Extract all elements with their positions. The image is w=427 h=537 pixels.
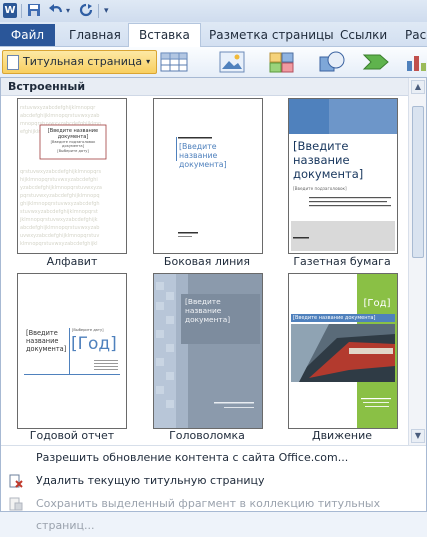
tab-insert[interactable]: Вставка: [128, 23, 201, 47]
table-icon[interactable]: [160, 51, 188, 75]
cover-title: [Введите название документа]: [293, 315, 376, 321]
cover-sideline[interactable]: [Введите название документа]: [153, 98, 263, 254]
shapes-icon[interactable]: [318, 51, 346, 75]
cover-label: Газетная бумага: [293, 255, 391, 268]
undo-icon[interactable]: [48, 3, 64, 19]
cover-year: [Год]: [71, 334, 117, 354]
separator: [98, 4, 99, 18]
svg-text:uvwxyzabcdefghijklmnopqrstuv: uvwxyzabcdefghijklmnopqrstuv: [20, 233, 99, 239]
svg-text:pqrstuvwxyzabcdefghijklmnopq: pqrstuvwxyzabcdefghijklmnopq: [20, 193, 100, 199]
menu-item-label: Разрешить обновление контента с сайта Of…: [36, 451, 349, 464]
cover-subtitle: [Введите подзаголовок]: [293, 186, 347, 191]
scroll-down-icon[interactable]: ▼: [411, 429, 425, 443]
undo-dropdown-icon[interactable]: ▾: [66, 3, 70, 19]
tab-references[interactable]: Ссылки: [340, 24, 387, 46]
customize-toolbar-icon[interactable]: ▾: [104, 3, 109, 19]
menu-item-label: Сохранить выделенный фрагмент в коллекци…: [36, 497, 381, 532]
chevron-down-icon: ▾: [146, 57, 151, 66]
cover-title: [Введите название документа]: [47, 128, 99, 140]
cover-page-menu: Разрешить обновление контента с сайта Of…: [1, 445, 426, 532]
cover-title: [Введите название документа]: [185, 297, 231, 324]
ribbon: Титульная страница ▾: [0, 47, 427, 77]
cover-title: [Введите название документа]: [26, 329, 67, 353]
svg-text:stuvwxyzabcdefghijklmnopqrst: stuvwxyzabcdefghijklmnopqrst: [20, 209, 98, 215]
ribbon-tabs: Файл Главная Вставка Разметка страницы С…: [0, 22, 427, 47]
cover-label: Головоломка: [169, 429, 245, 442]
tab-file[interactable]: Файл: [0, 24, 55, 46]
cover-label: Боковая линия: [163, 255, 251, 268]
cover-page-button[interactable]: Титульная страница ▾: [2, 50, 158, 74]
tab-page-layout[interactable]: Разметка страницы: [209, 24, 334, 46]
svg-text:klmnopqrstuvwxyzabcdefghijkl: klmnopqrstuvwxyzabcdefghijkl: [20, 241, 98, 247]
separator: [21, 4, 22, 18]
cover-year: [Год]: [363, 298, 391, 309]
cover-alphabet[interactable]: rstuvwxyzabcdefghijklmnopqr abcdefghijkl…: [17, 98, 127, 254]
cover-page-label: Титульная страница: [23, 55, 143, 68]
svg-text:hijklmnopqrstuvwxyzabcdefghi: hijklmnopqrstuvwxyzabcdefghi: [20, 177, 98, 183]
cover-label: Алфавит: [46, 255, 98, 268]
save-icon[interactable]: [27, 3, 41, 19]
quick-access-toolbar: W ▾ ▾: [0, 0, 427, 22]
remove-cover-page-item[interactable]: Удалить текущую титульную страницу: [1, 470, 426, 492]
allow-office-update-item[interactable]: Разрешить обновление контента с сайта Of…: [1, 447, 426, 469]
scroll-thumb[interactable]: [412, 106, 424, 258]
cover-label: Годовой отчет: [29, 429, 115, 442]
scroll-up-icon[interactable]: ▲: [411, 80, 425, 94]
svg-text:ghijklmnopqrstuvwxyzabcdefgh: ghijklmnopqrstuvwxyzabcdefgh: [20, 201, 100, 207]
save-to-gallery-icon: [9, 497, 23, 511]
tab-mailings[interactable]: Расс: [405, 24, 427, 46]
svg-text:abcdefghijklmnopqrstuvwxyzab: abcdefghijklmnopqrstuvwxyzab: [20, 113, 99, 119]
cover-newsprint[interactable]: [Введите название документа] [Введите по…: [288, 98, 398, 254]
cover-page-gallery: Встроенный ▲ ▼ rstuvwxyzabcdefghijklmnop…: [0, 77, 427, 532]
svg-text:yzabcdefghijklmnopqrstuvwxyza: yzabcdefghijklmnopqrstuvwxyza: [20, 185, 102, 191]
cover-annual[interactable]: [Введите название документа] [Выберите д…: [17, 273, 127, 429]
smartart-icon[interactable]: [362, 51, 390, 75]
gallery-header: Встроенный: [1, 78, 408, 96]
cover-page-icon: [7, 54, 19, 70]
word-icon[interactable]: W: [3, 3, 17, 18]
cover-subtitle: [Введите подзаголовок документа]: [50, 140, 96, 148]
chart-icon[interactable]: [405, 51, 427, 75]
cover-title: [Введите название документа]: [293, 139, 364, 181]
menu-item-label: Удалить текущую титульную страницу: [36, 474, 265, 487]
svg-text:jklmnopqrstuvwxyzabcdefghijk: jklmnopqrstuvwxyzabcdefghijk: [19, 217, 98, 223]
cover-motion[interactable]: [Год] [Введите название документа]: [288, 273, 398, 429]
picture-icon[interactable]: [218, 51, 246, 75]
cover-label: Движение: [311, 429, 372, 442]
cover-puzzle[interactable]: [Введите название документа]: [153, 273, 263, 429]
delete-page-icon: [9, 474, 23, 488]
cover-detail-lines: [94, 358, 118, 372]
cover-title: [Введите название документа]: [179, 142, 227, 169]
cover-date: [Выберите дату]: [72, 328, 104, 332]
redo-icon[interactable]: [79, 3, 93, 19]
cover-date: [Выберите дату]: [57, 149, 89, 153]
tab-home[interactable]: Главная: [69, 24, 121, 46]
clip-art-icon[interactable]: [268, 51, 296, 75]
svg-text:rstuvwxyzabcdefghijklmnopqr: rstuvwxyzabcdefghijklmnopqr: [20, 105, 96, 111]
svg-text:abcdefghijklmnopqrstuvwxyzab: abcdefghijklmnopqrstuvwxyzab: [20, 225, 99, 231]
gallery-scrollbar[interactable]: ▲ ▼: [408, 78, 426, 445]
svg-text:qrstuvwxyzabcdefghijklmnopqrs: qrstuvwxyzabcdefghijklmnopqrs: [20, 169, 101, 175]
